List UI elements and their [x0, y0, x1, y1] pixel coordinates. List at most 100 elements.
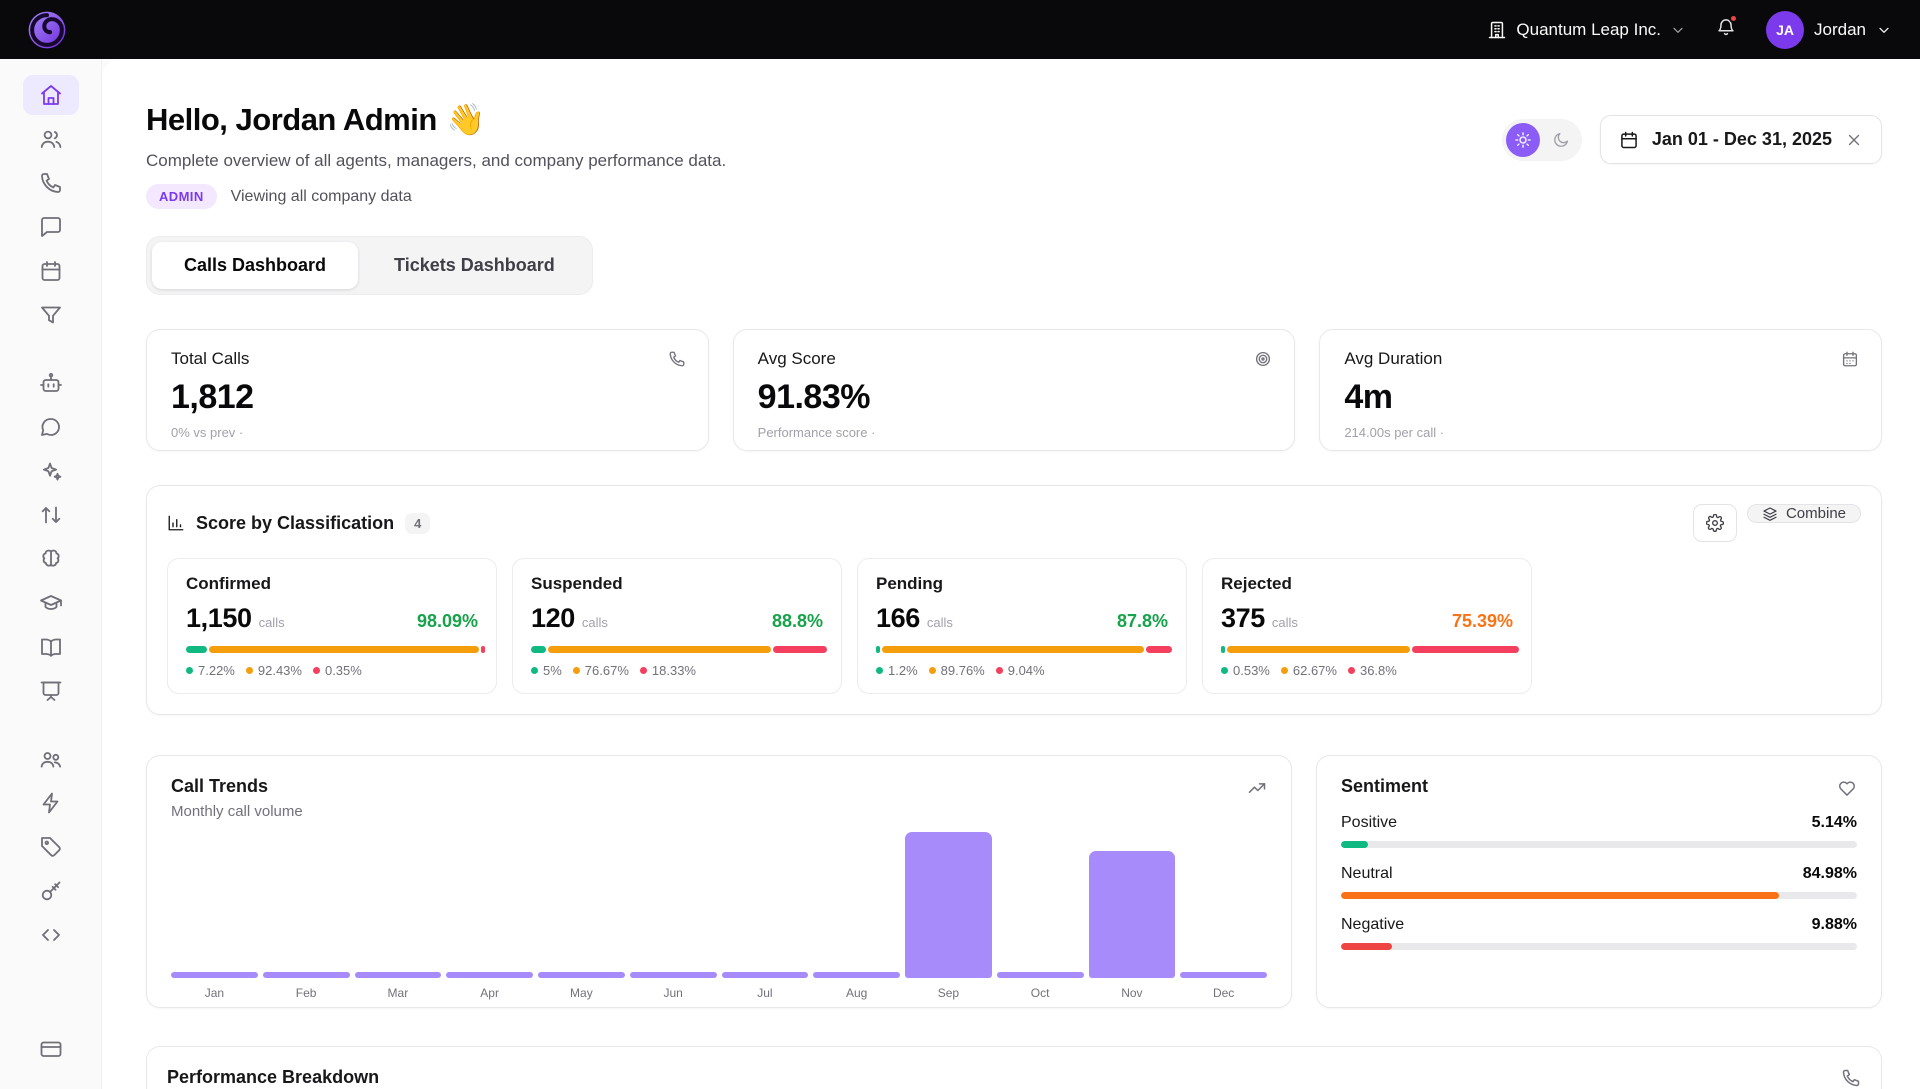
- moon-icon: [1552, 131, 1570, 149]
- classification-calls-unit: calls: [927, 615, 953, 630]
- stat-card-avg-duration: Avg Duration4m214.00s per call ·: [1319, 329, 1882, 451]
- tab-calls-dashboard[interactable]: Calls Dashboard: [152, 242, 358, 289]
- sentiment-row-neutral: Neutral84.98%: [1341, 865, 1857, 899]
- sidebar-item-message-circle[interactable]: [23, 407, 79, 447]
- sentiment-track: [1341, 841, 1857, 848]
- light-mode-button[interactable]: [1506, 123, 1540, 157]
- legend-item: 0.35%: [313, 663, 362, 678]
- classification-calls: 120: [531, 603, 575, 634]
- performance-title: Performance Breakdown: [167, 1067, 379, 1088]
- users-icon: [39, 127, 63, 151]
- classification-name: Pending: [876, 574, 1168, 594]
- sidebar-item-tags[interactable]: [23, 827, 79, 867]
- dark-mode-button[interactable]: [1544, 123, 1578, 157]
- legend-item: 5%: [531, 663, 562, 678]
- sidebar-item-phone[interactable]: [23, 163, 79, 203]
- page-title: Hello, Jordan Admin 👋: [146, 101, 726, 138]
- segment-2: [481, 646, 485, 653]
- x-axis-tick: Jun: [630, 986, 717, 1000]
- topbar: Quantum Leap Inc. JA Jordan: [0, 0, 1920, 59]
- classification-calls: 1,150: [186, 603, 252, 634]
- legend-item: 18.33%: [640, 663, 696, 678]
- classification-card-confirmed[interactable]: Confirmed1,150calls98.09%7.22%92.43%0.35…: [167, 558, 497, 694]
- stat-cards-row: Total Calls1,8120% vs prev ·Avg Score91.…: [146, 329, 1882, 451]
- user-name: Jordan: [1814, 20, 1866, 40]
- sidebar-item-bot[interactable]: [23, 363, 79, 403]
- target-icon: [1254, 350, 1272, 368]
- sidebar-item-team[interactable]: [23, 739, 79, 779]
- legend-item: 62.67%: [1281, 663, 1337, 678]
- classification-progress-bar: [1221, 646, 1513, 653]
- sidebar-item-filter[interactable]: [23, 295, 79, 335]
- sentiment-row-negative: Negative9.88%: [1341, 916, 1857, 950]
- org-switcher[interactable]: Quantum Leap Inc.: [1487, 20, 1686, 40]
- clear-date-icon[interactable]: [1845, 131, 1863, 149]
- sentiment-card: Sentiment Positive5.14%Neutral84.98%Nega…: [1316, 755, 1882, 1008]
- sidebar-item-presentation[interactable]: [23, 671, 79, 711]
- legend-item: 7.22%: [186, 663, 235, 678]
- classification-settings-button[interactable]: [1693, 504, 1737, 542]
- legend-item: 92.43%: [246, 663, 302, 678]
- classification-legend: 5% 76.67% 18.33%: [531, 663, 823, 678]
- phone-icon: [39, 171, 63, 195]
- call-trends-chart: [171, 820, 1267, 978]
- sentiment-value: 84.98%: [1803, 865, 1857, 883]
- x-axis-tick: Jan: [171, 986, 258, 1000]
- notifications-button[interactable]: [1716, 17, 1736, 42]
- classification-card-suspended[interactable]: Suspended120calls88.8%5%76.67%18.33%: [512, 558, 842, 694]
- classification-progress-bar: [531, 646, 823, 653]
- classification-name: Rejected: [1221, 574, 1513, 594]
- wave-emoji: 👋: [447, 101, 485, 138]
- classification-card-pending[interactable]: Pending166calls87.8%1.2%89.76%9.04%: [857, 558, 1187, 694]
- chevron-down-icon: [1876, 22, 1892, 38]
- tab-tickets-dashboard[interactable]: Tickets Dashboard: [362, 242, 587, 289]
- classification-title: Score by Classification: [196, 513, 394, 534]
- sentiment-row-positive: Positive5.14%: [1341, 814, 1857, 848]
- key-icon: [39, 879, 63, 903]
- sentiment-value: 9.88%: [1812, 916, 1857, 934]
- classification-score: 88.8%: [772, 611, 823, 632]
- sidebar-item-code[interactable]: [23, 915, 79, 955]
- user-menu[interactable]: JA Jordan: [1766, 11, 1892, 49]
- sidebar-group: [23, 737, 79, 957]
- combine-button[interactable]: Combine: [1747, 504, 1861, 523]
- classification-calls: 375: [1221, 603, 1265, 634]
- arrow-up-down-icon: [39, 503, 63, 527]
- sidebar-item-book-open[interactable]: [23, 627, 79, 667]
- legend-item: 0.53%: [1221, 663, 1270, 678]
- classification-progress-bar: [876, 646, 1168, 653]
- trending-up-icon: [1247, 778, 1267, 798]
- x-axis-tick: Feb: [263, 986, 350, 1000]
- sidebar-item-credit-card[interactable]: [23, 1029, 79, 1069]
- classification-card-rejected[interactable]: Rejected375calls75.39%0.53%62.67%36.8%: [1202, 558, 1532, 694]
- legend-item: 76.67%: [573, 663, 629, 678]
- stat-card-total-calls: Total Calls1,8120% vs prev ·: [146, 329, 709, 451]
- classification-calls-unit: calls: [582, 615, 608, 630]
- sidebar-item-key[interactable]: [23, 871, 79, 911]
- segment-2: [1146, 646, 1172, 653]
- book-open-icon: [39, 635, 63, 659]
- sidebar-item-zap[interactable]: [23, 783, 79, 823]
- building-icon: [1487, 20, 1507, 40]
- x-axis-tick: Apr: [446, 986, 533, 1000]
- sidebar-item-sparkles[interactable]: [23, 451, 79, 491]
- chevron-down-icon: [1670, 22, 1686, 38]
- org-name: Quantum Leap Inc.: [1516, 20, 1661, 40]
- classification-legend: 7.22% 92.43% 0.35%: [186, 663, 478, 678]
- sidebar-item-arrow-up-down[interactable]: [23, 495, 79, 535]
- sidebar-group: [23, 361, 79, 713]
- sidebar-item-home[interactable]: [23, 75, 79, 115]
- message-square-icon: [39, 215, 63, 239]
- stat-note: 0% vs prev ·: [171, 425, 684, 440]
- trend-bar-apr: [446, 972, 533, 978]
- segment-0: [531, 646, 546, 653]
- sidebar-item-graduation-cap[interactable]: [23, 583, 79, 623]
- sidebar-item-message-square[interactable]: [23, 207, 79, 247]
- app-logo[interactable]: [26, 9, 68, 51]
- team-icon: [39, 747, 63, 771]
- date-range-picker[interactable]: Jan 01 - Dec 31, 2025: [1600, 115, 1882, 164]
- sidebar-item-calendar[interactable]: [23, 251, 79, 291]
- sidebar-item-brain[interactable]: [23, 539, 79, 579]
- trend-bar-aug: [813, 972, 900, 978]
- sidebar-item-users[interactable]: [23, 119, 79, 159]
